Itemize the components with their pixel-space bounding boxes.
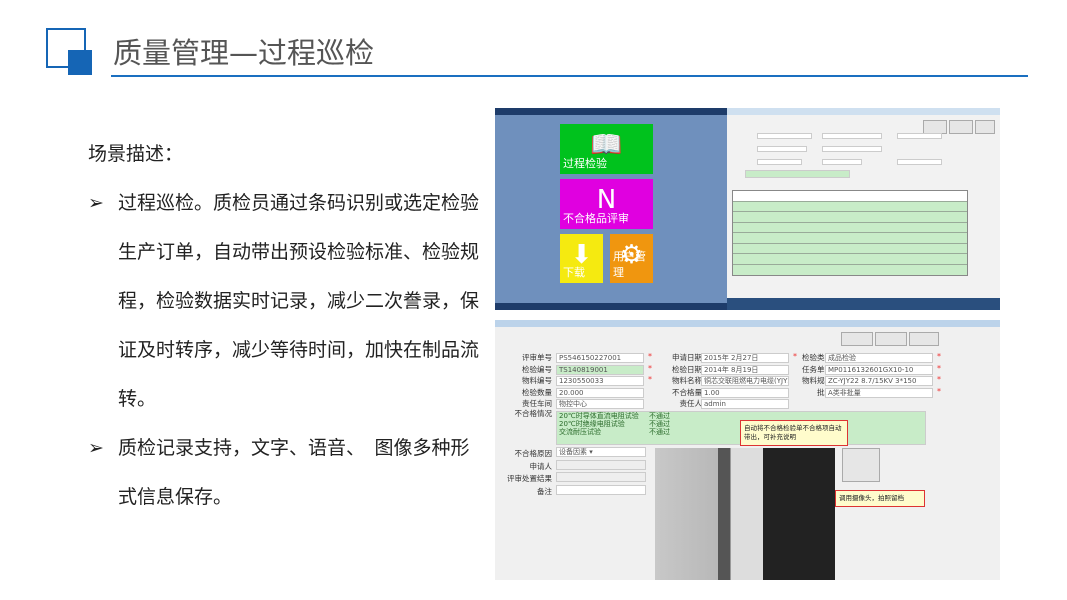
required-marker: * [937,363,941,373]
defect-row: 20℃时导体直流电阻试验 不通过 [559,412,670,420]
scene-label: 场景描述： [88,143,184,165]
arrow-bullet-icon: ➢ [88,437,104,459]
save-button[interactable] [841,332,873,346]
field-value[interactable]: 2014年 8月19日 [701,364,789,375]
required-marker: * [937,352,941,361]
toolbar-button[interactable] [923,120,947,134]
field-label: 评审单号 [522,353,552,362]
inspection-grid[interactable] [732,190,968,276]
field-value[interactable]: A类非批量 [825,387,933,398]
field-value[interactable]: ZC-YJY22 8.7/15KV 3*150 [825,376,933,386]
title-divider [111,75,1028,77]
field-value[interactable]: 2015年 2月27日 [701,353,789,363]
result-select[interactable] [556,472,646,482]
book-icon: 📖 [590,130,623,160]
arrow-bullet-icon: ➢ [88,192,104,214]
taskbar [727,298,1000,310]
callout-camera: 调用摄像头，拍照留档 [835,490,925,507]
field-label: 不合格量 [672,387,702,397]
exit-button[interactable] [975,120,995,134]
applicant-field[interactable] [556,460,646,470]
remark-field[interactable] [556,485,646,495]
tile-user-management[interactable]: ⚙ 用户管理 [610,234,653,283]
tile-nonconforming-review[interactable]: N 不合格品评审 [560,179,653,229]
gear-icon: ⚙ [619,240,644,270]
bullet: ➢ 质检记录支持，文字、语音、 图像多种形式信息保存。 [88,424,488,522]
review-form-screenshot: 评审单号 PS546150227001 * 检验编号 TS140819001 * 物料编号 1… [495,320,1000,580]
field-value[interactable]: 成品检验 [825,353,933,363]
field-label: 检验编号 [522,364,552,374]
save-submit-button[interactable] [875,332,907,346]
arrow-down-icon: ⬇ [570,240,593,270]
field-value[interactable]: PS546150227001 [556,353,644,363]
field-label: 物料名称 [672,376,702,385]
bullet: ➢ 过程巡检。质检员通过条码识别或选定检验生产订单，自动带出预设检验标准、检验规程… [88,179,488,424]
field-value[interactable]: admin [701,399,789,409]
field-label: 责任人 [679,399,703,408]
scene-description: 场景描述： ➢ 过程巡检。质检员通过条码识别或选定检验生产订单，自动带出预设检验标… [88,130,488,522]
exit-button[interactable] [909,332,939,346]
capture-button[interactable] [842,448,880,482]
tile-process-inspection[interactable]: 📖 过程检验 [560,124,653,174]
field-value[interactable]: 1.00 [701,387,789,398]
required-marker: * [937,375,941,384]
field-value[interactable]: 物控中心 [556,399,644,409]
field-label: 检验日期 [672,364,702,374]
field-value[interactable]: MP0116132601GX10-10 [825,364,933,375]
required-marker: * [937,386,941,396]
menu-screenshot: 📖 过程检验 N 不合格品评审 ⬇ 下载 ⚙ 用户管理 [495,108,727,310]
callout-auto-defects: 自动将不合格检验单不合格项自动带出，可补充说明 [740,420,848,446]
field-label: 物料编号 [522,376,552,385]
onenote-icon: N [596,185,617,215]
slide-title: 质量管理—过程巡检 [113,36,375,70]
camera-photo [655,448,835,580]
field-label: 申请日期 [672,353,702,362]
inspection-screenshot [727,108,1000,310]
toolbar-button[interactable] [949,120,973,134]
reason-select[interactable]: 设备因素 ▾ [556,447,646,457]
field-value[interactable]: TS140819001 [556,364,644,375]
logo-square-filled [68,50,92,75]
tile-download[interactable]: ⬇ 下载 [560,234,603,283]
field-value[interactable]: 1230550033 [556,376,644,386]
field-label: 检验数量 [522,387,552,397]
field-value[interactable]: 20.000 [556,387,644,398]
field-value[interactable]: 铜芯交联阻燃电力电缆(YJY22- [701,376,789,386]
